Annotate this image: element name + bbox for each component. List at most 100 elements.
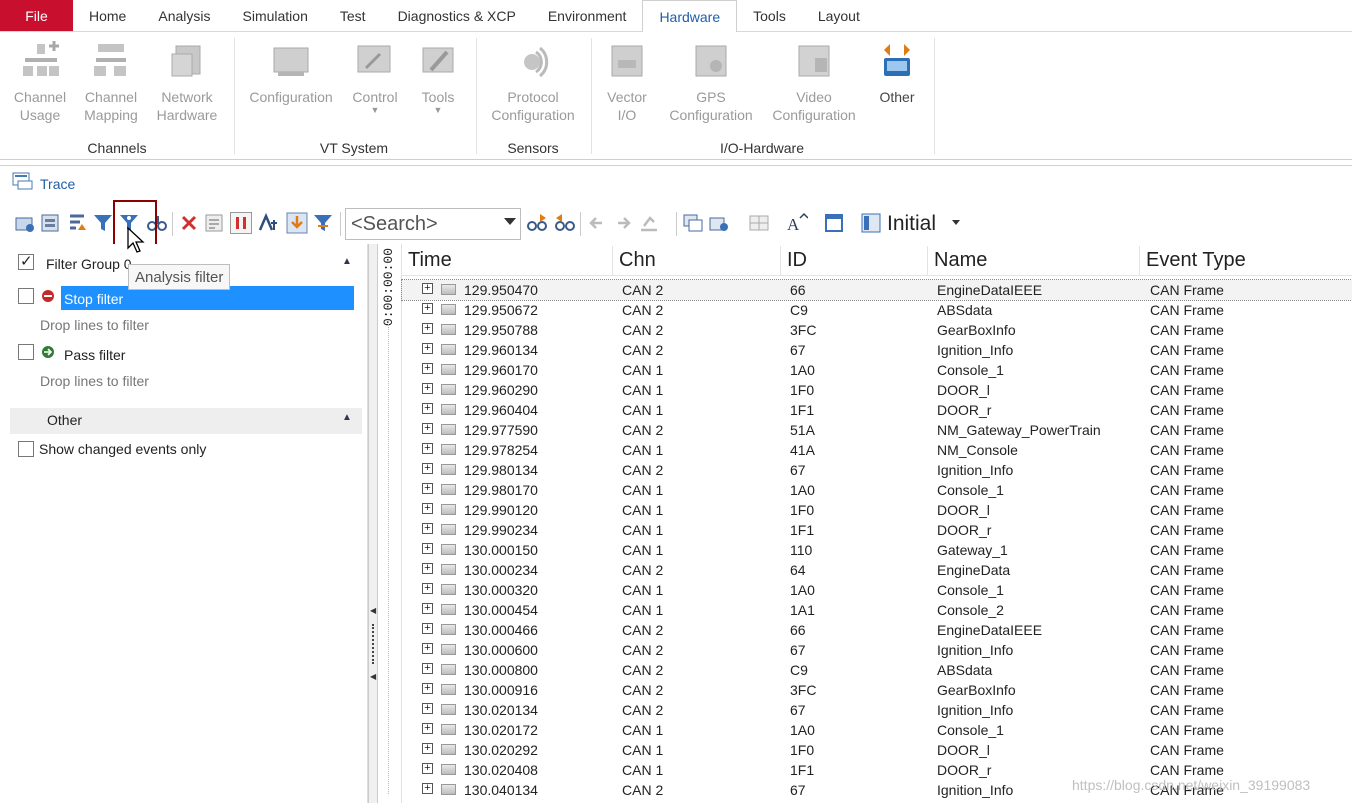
search-combobox[interactable]: <Search> xyxy=(345,208,521,240)
expand-icon[interactable]: + xyxy=(422,543,433,554)
stop-filter-checkbox[interactable] xyxy=(18,288,34,304)
menu-tab-layout[interactable]: Layout xyxy=(802,0,876,31)
expand-icon[interactable]: + xyxy=(422,583,433,594)
window-options-icon[interactable] xyxy=(824,212,846,234)
filter-group-checkbox[interactable] xyxy=(18,252,34,270)
expand-icon[interactable]: + xyxy=(422,523,433,534)
splitter-arrow-icon[interactable]: ◀ xyxy=(370,606,376,615)
expand-icon[interactable]: + xyxy=(422,463,433,474)
table-row[interactable]: +130.000150 CAN 1 110 Gateway_1 CAN Frame xyxy=(402,540,1352,560)
show-changed-checkbox[interactable] xyxy=(18,441,34,457)
expand-icon[interactable]: + xyxy=(422,643,433,654)
control-button[interactable]: Control ▼ xyxy=(348,40,402,115)
expand-icon[interactable]: + xyxy=(422,563,433,574)
network-hardware-button[interactable]: Network Hardware xyxy=(152,40,222,124)
expand-icon[interactable]: + xyxy=(422,703,433,714)
table-row[interactable]: +129.950788 CAN 2 3FC GearBoxInfo CAN Frame xyxy=(402,320,1352,340)
expand-icon[interactable]: + xyxy=(422,603,433,614)
menu-tab-simulation[interactable]: Simulation xyxy=(227,0,324,31)
table-row[interactable]: +130.000466 CAN 2 66 EngineDataIEEE CAN Fram… xyxy=(402,620,1352,640)
expand-icon[interactable]: + xyxy=(422,283,433,294)
pass-filter-checkbox[interactable] xyxy=(18,344,34,360)
channel-usage-button[interactable]: Channel Usage xyxy=(12,40,68,124)
expand-icon[interactable]: + xyxy=(422,503,433,514)
table-row[interactable]: +130.020172 CAN 1 1A0 Console_1 CAN Frame xyxy=(402,720,1352,740)
configuration-button[interactable]: Configuration xyxy=(246,40,336,106)
export-icon[interactable] xyxy=(708,212,730,234)
menu-tab-environment[interactable]: Environment xyxy=(532,0,643,31)
expand-icon[interactable]: + xyxy=(422,723,433,734)
menu-file[interactable]: File xyxy=(0,0,73,31)
layout-name[interactable]: Initial xyxy=(887,212,936,236)
marker-icon[interactable] xyxy=(638,212,660,234)
stop-filter-label[interactable]: Stop filter xyxy=(64,291,123,307)
expand-icon[interactable]: + xyxy=(422,383,433,394)
splitter-arrow-icon[interactable]: ◀ xyxy=(370,672,376,681)
tools-button[interactable]: Tools ▼ xyxy=(412,40,464,115)
table-row[interactable]: +130.000454 CAN 1 1A1 Console_2 CAN Frame xyxy=(402,600,1352,620)
table-row[interactable]: +129.980134 CAN 2 67 Ignition_Info CAN Frame xyxy=(402,460,1352,480)
menu-tab-diagnostics[interactable]: Diagnostics & XCP xyxy=(382,0,532,31)
menu-tab-hardware[interactable]: Hardware xyxy=(642,0,738,33)
menu-tab-analysis[interactable]: Analysis xyxy=(142,0,226,31)
search-dropdown-icon[interactable] xyxy=(504,218,516,225)
panel-splitter[interactable]: ◀ ◀ xyxy=(368,244,378,803)
gps-configuration-button[interactable]: GPS Configuration xyxy=(664,40,758,124)
channel-mapping-button[interactable]: Channel Mapping xyxy=(80,40,142,124)
table-row[interactable]: +129.990234 CAN 1 1F1 DOOR_r CAN Frame xyxy=(402,520,1352,540)
column-layout-icon[interactable] xyxy=(748,212,770,234)
expand-icon[interactable]: + xyxy=(422,663,433,674)
menu-tab-tools[interactable]: Tools xyxy=(737,0,802,31)
table-row[interactable]: +129.960404 CAN 1 1F1 DOOR_r CAN Frame xyxy=(402,400,1352,420)
expand-icon[interactable]: + xyxy=(422,623,433,634)
column-header-id[interactable]: ID xyxy=(781,246,928,275)
expand-icon[interactable]: + xyxy=(422,423,433,434)
column-header-chn[interactable]: Chn xyxy=(613,246,781,275)
expand-icon[interactable]: + xyxy=(422,763,433,774)
time-mode-icon[interactable] xyxy=(258,212,280,234)
expand-icon[interactable]: + xyxy=(422,743,433,754)
expand-icon[interactable]: + xyxy=(422,443,433,454)
menu-tab-test[interactable]: Test xyxy=(324,0,382,31)
font-size-icon[interactable]: A xyxy=(786,212,808,234)
filter-view-icon[interactable] xyxy=(312,212,334,234)
splitter-grip[interactable] xyxy=(372,624,375,664)
video-configuration-button[interactable]: Video Configuration xyxy=(766,40,862,124)
layout-dropdown-icon[interactable] xyxy=(952,220,960,225)
table-row[interactable]: +129.990120 CAN 1 1F0 DOOR_l CAN Frame xyxy=(402,500,1352,520)
protocol-configuration-button[interactable]: Protocol Configuration xyxy=(486,40,580,124)
table-row[interactable]: +129.950672 CAN 2 C9 ABSdata CAN Frame xyxy=(402,300,1352,320)
column-header-name[interactable]: Name xyxy=(928,246,1140,275)
column-header-event-type[interactable]: Event Type xyxy=(1140,246,1352,275)
find-next-icon[interactable] xyxy=(526,212,548,234)
find-previous-icon[interactable] xyxy=(554,212,576,234)
table-row[interactable]: +130.000800 CAN 2 C9 ABSdata CAN Frame xyxy=(402,660,1352,680)
table-row[interactable]: +129.950470 CAN 2 66 EngineDataIEEE CAN Fram… xyxy=(401,279,1352,301)
collapse-other-icon[interactable]: ▲ xyxy=(342,412,352,423)
table-row[interactable]: +129.960290 CAN 1 1F0 DOOR_l CAN Frame xyxy=(402,380,1352,400)
table-row[interactable]: +130.000600 CAN 2 67 Ignition_Info CAN Frame xyxy=(402,640,1352,660)
insert-filter-icon[interactable] xyxy=(14,212,36,234)
column-header-time[interactable]: Time xyxy=(402,246,613,275)
expand-icon[interactable]: + xyxy=(422,363,433,374)
expand-icon[interactable]: + xyxy=(422,303,433,314)
expand-icon[interactable]: + xyxy=(422,343,433,354)
pass-filter-label[interactable]: Pass filter xyxy=(64,347,125,363)
expand-icon[interactable]: + xyxy=(422,783,433,794)
table-row[interactable]: +130.020292 CAN 1 1F0 DOOR_l CAN Frame xyxy=(402,740,1352,760)
sort-icon[interactable] xyxy=(66,212,88,234)
table-row[interactable]: +130.000320 CAN 1 1A0 Console_1 CAN Frame xyxy=(402,580,1352,600)
detail-view-icon[interactable] xyxy=(204,212,226,234)
collapse-filter-group-icon[interactable]: ▲ xyxy=(342,256,352,267)
table-row[interactable]: +129.977590 CAN 2 51A NM_Gateway_PowerTrain… xyxy=(402,420,1352,440)
filter-icon[interactable] xyxy=(92,212,114,234)
layout-icon[interactable] xyxy=(860,212,882,234)
table-row[interactable]: +129.980170 CAN 1 1A0 Console_1 CAN Frame xyxy=(402,480,1352,500)
expand-icon[interactable]: + xyxy=(422,323,433,334)
vector-io-button[interactable]: Vector I/O xyxy=(600,40,654,124)
expand-icon[interactable]: + xyxy=(422,683,433,694)
expand-icon[interactable]: + xyxy=(422,403,433,414)
table-row[interactable]: +130.000234 CAN 2 64 EngineData CAN Frame xyxy=(402,560,1352,580)
other-button[interactable]: Other xyxy=(870,40,924,106)
table-row[interactable]: +129.960170 CAN 1 1A0 Console_1 CAN Frame xyxy=(402,360,1352,380)
